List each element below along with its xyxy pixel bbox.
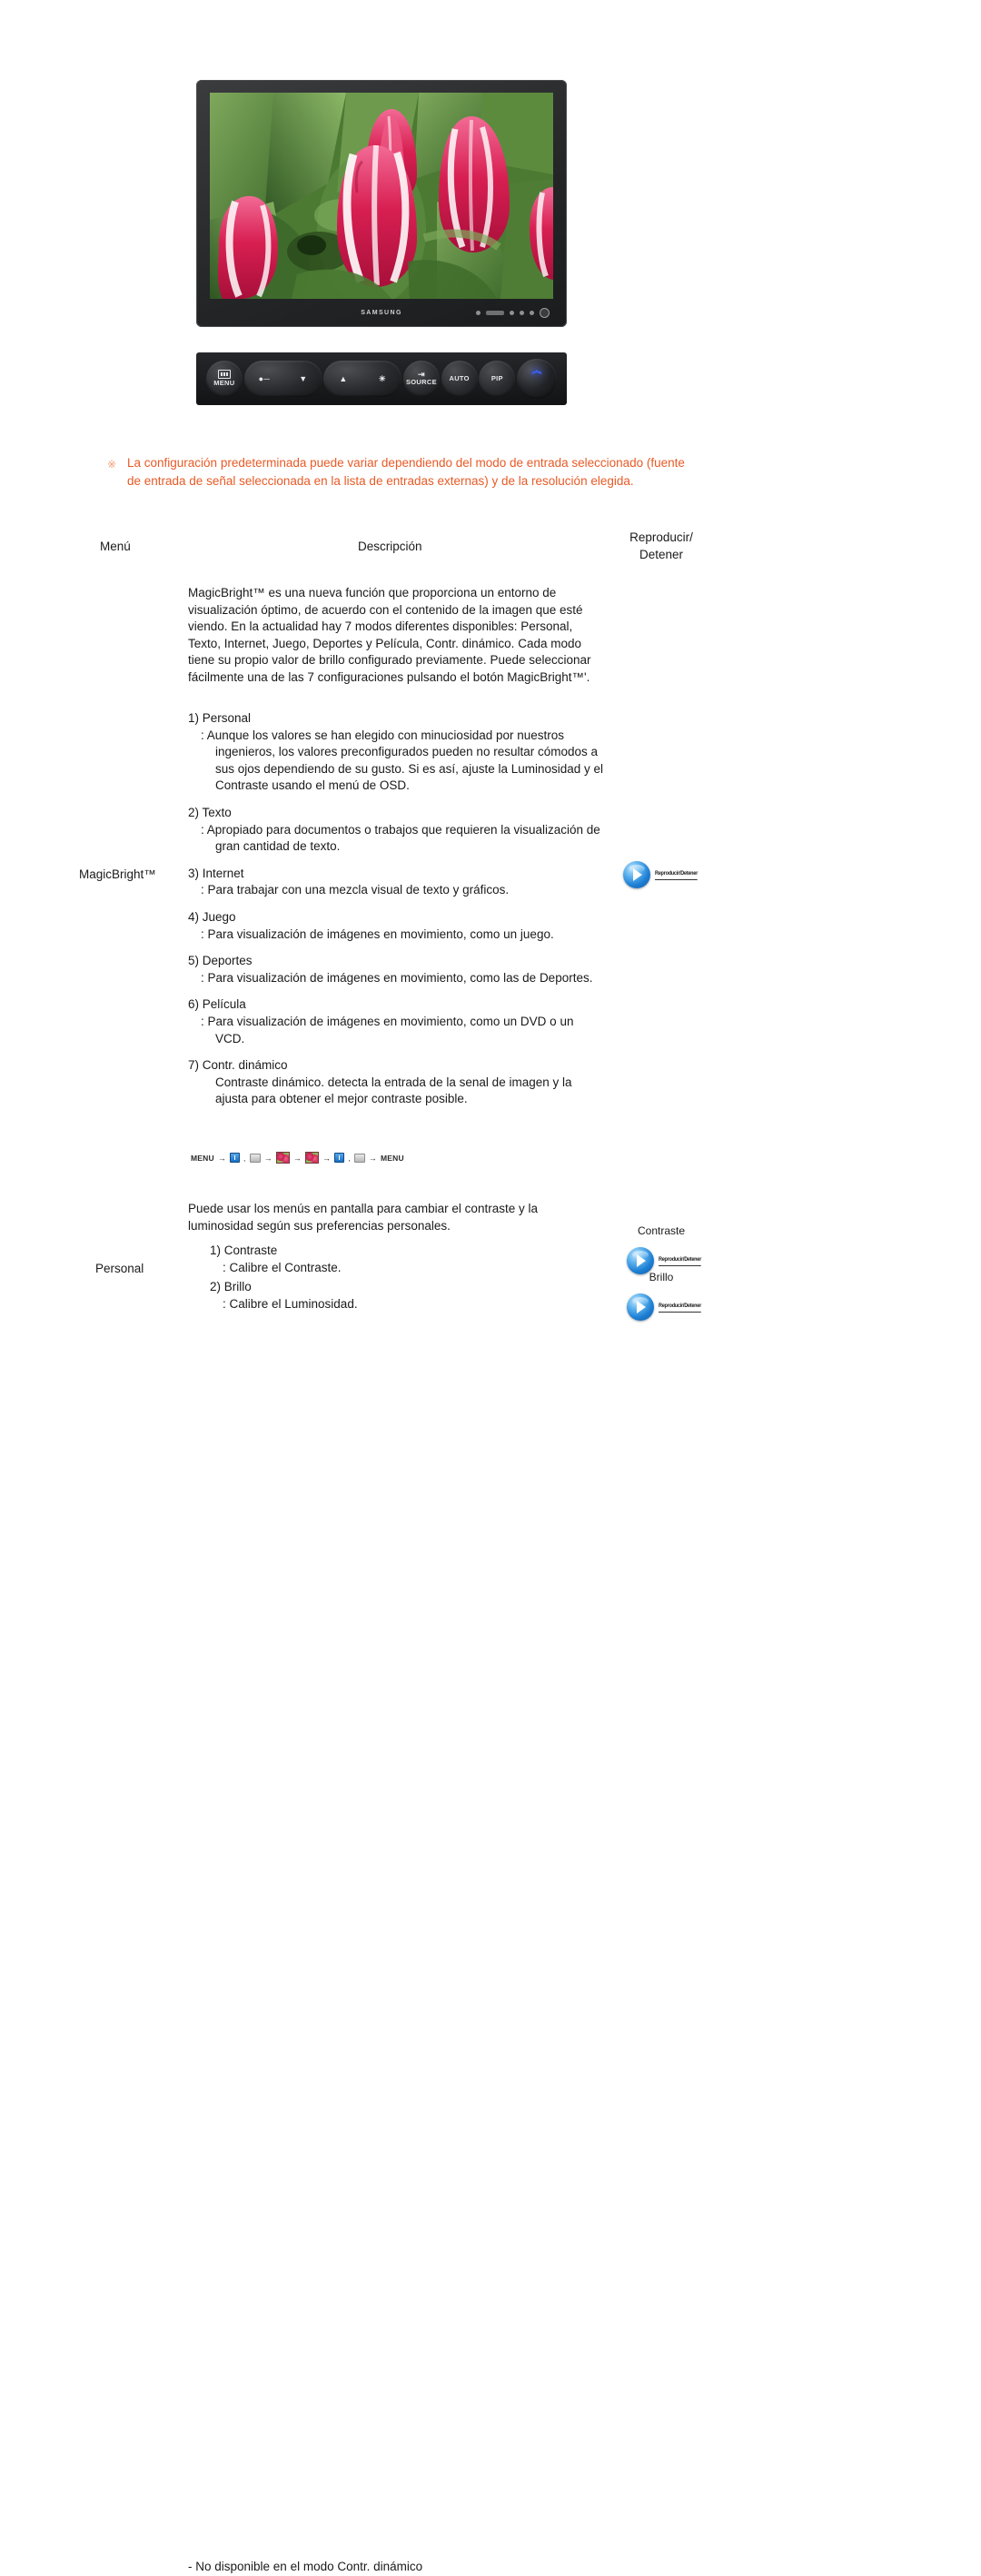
product-illustration: SAMSUNG MENU ●─ ▼ ▲ ☀ ⇥ SOURCE AUTO PIP … [196,80,567,405]
play-icon[interactable] [623,861,650,888]
column-header-description: Descripción [358,540,422,553]
magicbright-mode-list: 1) Personal : Aunque los valores se han … [188,710,606,1118]
grey-bar-icon [353,1153,365,1163]
reference-mark-icon: ※ [107,458,117,471]
brightness-button[interactable]: ▲ ☀ [323,361,402,397]
mode-desc: : Aunque los valores se han elegido con … [201,728,604,793]
list-item: 1) Contraste : Calibre el Contraste. [188,1243,606,1276]
personal-item-desc: : Calibre el Contraste. [223,1260,342,1274]
magicbright-intro-text: MagicBright™ es una nueva función que pr… [188,586,591,684]
arrow-icon: → [263,1153,272,1163]
brillo-label: Brillo [649,1271,674,1283]
mode-desc: : Para trabajar con una mezcla visual de… [201,883,510,897]
arrow-icon: → [368,1153,377,1163]
configuration-notice: ※ La configuración predeterminada puede … [107,454,689,490]
personal-item-desc: : Calibre el Luminosidad. [223,1296,358,1311]
breadcrumb-comma: , [243,1153,246,1163]
brillo-play-control[interactable]: Reproducir/Detener [627,1293,708,1321]
mode-desc: : Para visualización de imágenes en movi… [201,926,554,941]
mode-title: 5) Deportes [188,954,253,968]
list-item: 2) Texto : Apropiado para documentos o t… [188,805,606,856]
play-stop-link[interactable]: Reproducir/Detener [659,1303,701,1313]
osd-icon [217,370,231,380]
magicbright-intro: MagicBright™ es una nueva función que pr… [188,585,606,687]
bezel-key-icon [510,310,514,315]
mode-desc: : Apropiado para documentos o trabajos q… [201,822,600,854]
monitor-screen [210,93,553,299]
bezel-key-wide-icon [486,310,504,315]
chevron-down-icon: ▼ [299,373,308,383]
pip-button-label: PIP [490,373,503,382]
row-label-personal: Personal [95,1262,144,1275]
list-item: 1) Personal : Aunque los valores se han … [188,710,606,795]
updown-button[interactable]: ●─ ▼ [243,361,322,397]
notice-text: La configuración predeterminada puede va… [127,456,685,488]
mode-desc: Contraste dinámico. detecta la entrada d… [215,1075,572,1106]
brand-logo: SAMSUNG [361,309,402,316]
list-item: 7) Contr. dinámico Contraste dinámico. d… [188,1057,606,1108]
personal-item-title: 2) Brillo [210,1280,252,1294]
breadcrumb-comma: , [348,1153,351,1163]
personal-intro-text: Puede usar los menús en pantalla para ca… [188,1202,538,1233]
mode-desc: : Para visualización de imágenes en movi… [201,970,593,985]
auto-button-label: AUTO [449,373,470,382]
list-item: 2) Brillo : Calibre el Luminosidad. [188,1279,606,1313]
blue-square-icon [334,1153,345,1163]
bezel-key-row [476,307,550,318]
mode-title: 7) Contr. dinámico [188,1058,288,1073]
column-header-menu: Menú [100,540,131,553]
brightness-icon: ☀ [378,373,387,383]
control-button-bar: MENU ●─ ▼ ▲ ☀ ⇥ SOURCE AUTO PIP ⏞ [196,352,567,405]
power-icon: ⏞ [531,370,542,388]
contraste-label: Contraste [637,1224,686,1237]
monitor-bezel: SAMSUNG [210,302,553,323]
image-thumb-icon [275,1152,290,1164]
monitor-device: SAMSUNG [196,80,567,327]
magicbright-play-control[interactable]: Reproducir/Detener [623,861,705,888]
grey-bar-icon [249,1153,261,1163]
auto-button[interactable]: AUTO [441,361,478,397]
bezel-key-icon [530,310,534,315]
column-header-play-stop: Reproducir/ Detener [629,530,693,561]
menu-button[interactable]: MENU [205,361,243,397]
brightness-up-icon: ▲ [339,373,348,383]
osd-breadcrumb: MENU → , → → → , → MENU [191,1152,404,1164]
arrow-icon: → [322,1153,332,1163]
mode-title: 2) Texto [188,805,232,819]
breadcrumb-start: MENU [191,1153,214,1163]
bezel-key-icon [476,310,481,315]
play-stop-link[interactable]: Reproducir/Detener [655,870,698,880]
mode-desc: : Para visualización de imágenes en movi… [201,1014,574,1045]
tulips-wallpaper-icon [210,93,553,299]
blue-square-icon [230,1153,241,1163]
menu-button-label: MENU [213,379,235,388]
play-icon[interactable] [627,1293,654,1321]
power-button[interactable]: ⏞ [517,359,558,399]
image-thumb-icon [305,1152,319,1164]
personal-intro: Puede usar los menús en pantalla para ca… [188,1201,606,1234]
minus-icon: ●─ [258,373,271,383]
row-label-magicbright: MagicBright™ [79,867,156,881]
list-item: 6) Película : Para visualización de imág… [188,996,606,1047]
list-item: 4) Juego : Para visualización de imágene… [188,909,606,943]
list-item: 3) Internet : Para trabajar con una mezc… [188,866,606,899]
breadcrumb-end: MENU [380,1153,404,1163]
arrow-icon: → [217,1153,227,1163]
arrow-icon: → [292,1153,302,1163]
list-item: 5) Deportes : Para visualización de imág… [188,953,606,986]
personal-note: - No disponible en el modo Contr. dinámi… [188,2560,423,2573]
bezel-power-icon [540,307,550,318]
source-button-label: SOURCE [406,378,437,387]
play-stop-link[interactable]: Reproducir/Detener [659,1256,701,1266]
source-button[interactable]: ⇥ SOURCE [402,361,440,397]
mode-title: 4) Juego [188,909,236,924]
mode-title: 1) Personal [188,711,252,725]
bezel-key-icon [520,310,524,315]
pip-button[interactable]: PIP [479,361,516,397]
personal-item-title: 1) Contraste [210,1243,278,1257]
mode-title: 3) Internet [188,866,244,880]
mode-title: 6) Película [188,997,246,1012]
personal-item-list: 1) Contraste : Calibre el Contraste. 2) … [188,1243,606,2573]
